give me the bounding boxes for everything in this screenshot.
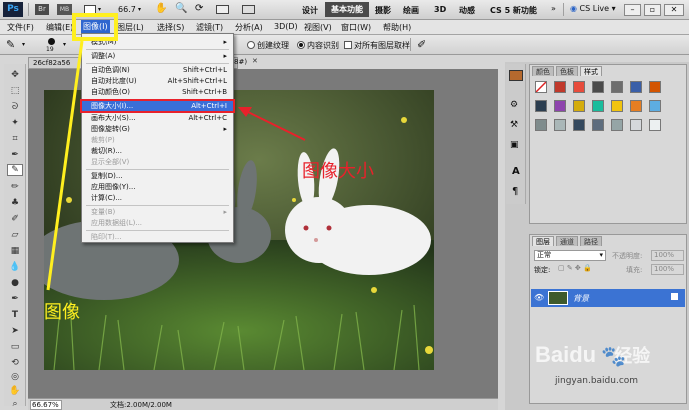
style-swatch[interactable] [573, 119, 585, 131]
style-swatch[interactable] [630, 119, 642, 131]
layer-name: 背景 [573, 294, 589, 303]
style-swatch[interactable] [535, 119, 547, 131]
tab-color[interactable]: 颜色 [532, 66, 554, 76]
style-swatch[interactable] [554, 81, 566, 93]
layer-row-background[interactable]: 👁 背景 [531, 289, 685, 307]
baidu-logo: Baidu 经验 [535, 342, 651, 367]
style-swatch[interactable] [573, 100, 585, 112]
baidu-watermark: Baidu 经验 🐾 jingyan.baidu.com [535, 340, 685, 400]
opacity-label: 不透明度: [612, 252, 643, 260]
character-panel-icon[interactable]: A [512, 166, 520, 177]
adjustments-panel-icon[interactable]: ⚒ [510, 120, 518, 130]
blend-mode-select[interactable]: 正常 ▾ [534, 250, 606, 261]
style-swatch[interactable] [630, 100, 642, 112]
lock-icons[interactable]: ▢ ✎ ✥ 🔒 [558, 264, 592, 272]
watermark-url: jingyan.baidu.com [555, 376, 639, 386]
style-swatch[interactable] [592, 119, 604, 131]
tab-swatches[interactable]: 色板 [556, 66, 578, 76]
panel-icon-strip: ⚙ ⚒ ▣ A ¶ [506, 64, 526, 204]
annotation-image-size: 图像大小 [302, 161, 374, 182]
fill-field[interactable]: 100% [651, 264, 684, 275]
annotation-image: 图像 [44, 302, 80, 323]
tab-layers[interactable]: 图层 [532, 236, 554, 246]
style-swatch[interactable] [592, 81, 604, 93]
style-swatch[interactable] [592, 100, 604, 112]
style-swatch[interactable] [649, 81, 661, 93]
lock-icon [671, 293, 678, 300]
paragraph-panel-icon[interactable]: ¶ [512, 186, 518, 197]
style-swatch[interactable] [611, 81, 623, 93]
actions-panel-icon[interactable]: ⚙ [510, 100, 518, 110]
opacity-field[interactable]: 100% [651, 250, 684, 261]
lock-label: 锁定: [534, 266, 551, 274]
tab-styles[interactable]: 样式 [580, 66, 602, 76]
fill-label: 填充: [626, 266, 643, 274]
layer-thumbnail [548, 291, 568, 305]
history-panel-icon[interactable] [509, 70, 523, 81]
style-swatch[interactable] [554, 119, 566, 131]
styles-panel: 颜色 色板 样式 [529, 64, 687, 224]
eye-icon[interactable]: 👁 [534, 293, 544, 302]
style-swatch[interactable] [630, 81, 642, 93]
paw-icon: 🐾 [601, 344, 626, 368]
masks-panel-icon[interactable]: ▣ [510, 140, 519, 150]
style-swatch[interactable] [611, 100, 623, 112]
style-swatch[interactable] [573, 81, 585, 93]
tab-channels[interactable]: 通道 [556, 236, 578, 246]
style-swatch-none[interactable] [535, 81, 547, 93]
style-swatch[interactable] [649, 100, 661, 112]
style-swatch[interactable] [649, 119, 661, 131]
style-swatch[interactable] [611, 119, 623, 131]
style-swatch[interactable] [535, 100, 547, 112]
tab-paths[interactable]: 路径 [580, 236, 602, 246]
style-swatch[interactable] [554, 100, 566, 112]
